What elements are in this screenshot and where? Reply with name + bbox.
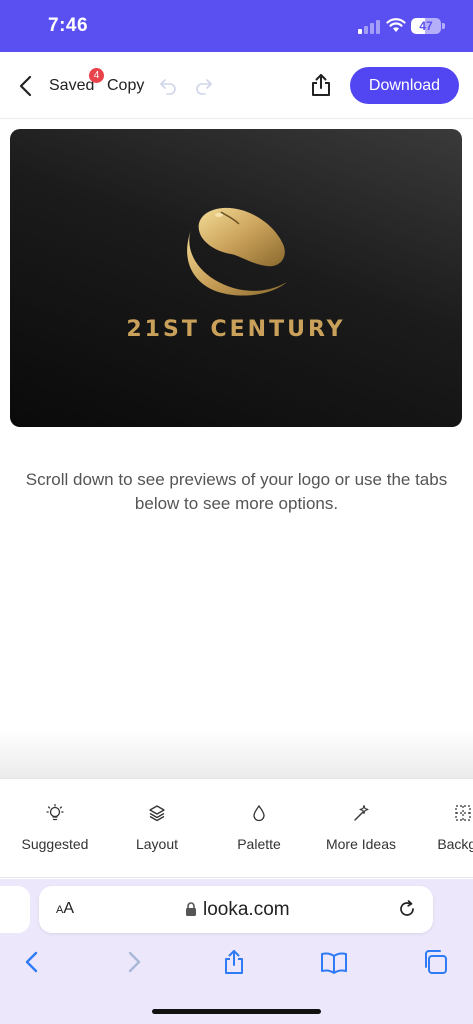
lightbulb-icon [46, 803, 64, 821]
saved-status[interactable]: Saved [49, 77, 94, 95]
tab-layout[interactable]: Layout [107, 803, 207, 852]
status-bar: 7:46 47 [0, 0, 473, 52]
wifi-icon [386, 18, 406, 32]
tab-bar-shadow [0, 730, 473, 780]
previous-tab-preview[interactable] [0, 886, 30, 933]
url-text: looka.com [203, 899, 290, 920]
bookmarks-icon[interactable] [320, 948, 348, 976]
tab-background[interactable]: Backgro [413, 803, 473, 852]
magic-wand-icon [354, 804, 369, 821]
editor-toolbar: Saved 4 Copy Download [0, 52, 473, 119]
cellular-signal-icon [358, 20, 380, 34]
battery-indicator: 47 [411, 18, 441, 34]
browser-share-icon[interactable] [220, 948, 248, 976]
share-icon[interactable] [308, 72, 334, 98]
logo-brand-text: 21ST CENTURY [126, 317, 346, 342]
redo-icon[interactable] [194, 76, 214, 96]
computer-mouse-icon [187, 207, 287, 296]
tab-palette[interactable]: Palette [209, 803, 309, 852]
battery-level: 47 [419, 19, 433, 33]
status-time: 7:46 [48, 15, 89, 36]
browser-back-icon[interactable] [18, 948, 46, 976]
reload-icon[interactable] [397, 899, 417, 919]
logo-preview-card[interactable]: 21ST CENTURY [10, 129, 462, 427]
background-grid-icon [455, 805, 471, 821]
browser-bottom-bar: AA looka.com [0, 879, 473, 1024]
editor-tab-bar[interactable]: Suggested Layout Palette More Ideas Back… [0, 778, 473, 878]
browser-forward-icon[interactable] [120, 948, 148, 976]
notification-badge: 4 [89, 68, 104, 83]
tab-label: Backgro [437, 836, 473, 852]
tab-label: Suggested [21, 836, 89, 852]
undo-icon[interactable] [158, 76, 178, 96]
tab-label: Layout [135, 836, 179, 852]
tab-more-ideas[interactable]: More Ideas [311, 803, 411, 852]
copy-button[interactable]: Copy [107, 77, 144, 95]
back-chevron-icon[interactable] [14, 74, 38, 98]
battery-nub [442, 23, 445, 29]
tab-suggested[interactable]: Suggested [5, 803, 105, 852]
tabs-overview-icon[interactable] [421, 948, 449, 976]
layers-icon [149, 805, 165, 822]
address-bar[interactable]: AA looka.com [39, 886, 433, 933]
preview-hint: Scroll down to see previews of your logo… [25, 470, 448, 513]
drop-icon [253, 804, 265, 822]
lock-icon [186, 902, 196, 916]
download-button[interactable]: Download [350, 67, 459, 104]
tab-label: Palette [237, 836, 281, 852]
tab-label: More Ideas [325, 836, 397, 852]
text-size-button[interactable]: AA [56, 900, 74, 918]
home-indicator [152, 1009, 321, 1014]
